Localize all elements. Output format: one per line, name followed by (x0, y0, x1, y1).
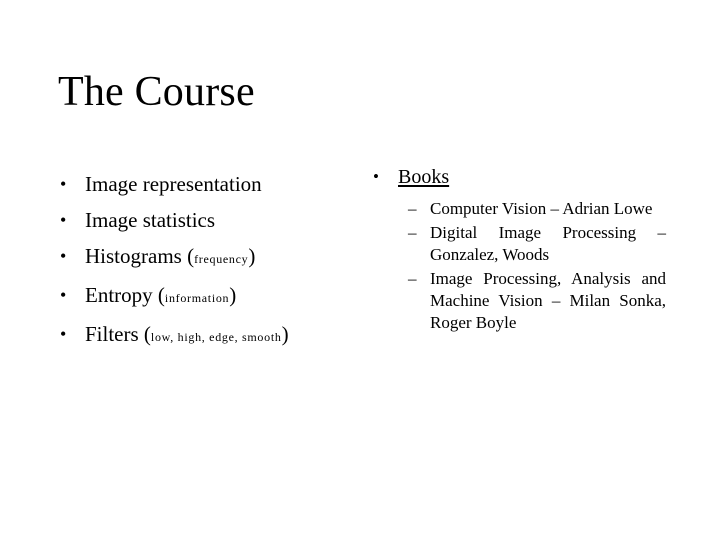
list-item-annotation: low, high, edge, smooth (150, 330, 282, 344)
bullet-icon: • (373, 167, 379, 186)
list-item: • Histograms (frequency) (52, 238, 352, 277)
bullet-icon: • (60, 174, 67, 194)
bullet-icon: • (60, 246, 67, 266)
list-item: • Filters (low, high, edge, smooth) (52, 316, 352, 355)
page-title: The Course (58, 69, 255, 115)
bullet-icon: • (60, 210, 67, 230)
annotation-open-paren: ( (138, 322, 151, 346)
list-item-annotation: information (164, 291, 230, 305)
dash-bullet-icon: – (408, 199, 417, 218)
list-item-label: Entropy (85, 283, 153, 307)
bullet-icon: • (60, 324, 67, 344)
book-title: Computer Vision – Adrian Lowe (430, 199, 653, 218)
book-list-item: – Image Processing, Analysis and Machine… (366, 268, 666, 334)
book-title: Image Processing, Analysis and Machine V… (430, 269, 666, 332)
annotation-close-paren: ) (229, 283, 237, 307)
list-item: • Image statistics (52, 202, 352, 238)
books-heading: Books (398, 166, 450, 188)
right-content-column: • Books – Computer Vision – Adrian Lowe … (366, 162, 666, 336)
slide-canvas: The Course • Image representation • Imag… (0, 0, 720, 540)
annotation-open-paren: ( (181, 244, 195, 268)
annotation-close-paren: ) (281, 322, 289, 346)
annotation-open-paren: ( (152, 283, 165, 307)
book-title: Digital Image Processing – Gonzalez, Woo… (430, 223, 666, 264)
bullet-icon: • (60, 285, 67, 305)
list-item: • Entropy (information) (52, 277, 352, 316)
list-item-books: • Books (366, 162, 666, 192)
list-item-label: Histograms (85, 244, 182, 268)
book-list-item: – Computer Vision – Adrian Lowe (366, 198, 666, 220)
list-item-label: Filters (85, 322, 139, 346)
left-content-column: • Image representation • Image statistic… (52, 166, 352, 355)
list-item: • Image representation (52, 166, 352, 202)
dash-bullet-icon: – (408, 269, 417, 288)
list-item-annotation: frequency (194, 252, 249, 266)
list-item-label: Image representation (85, 172, 262, 196)
books-list: – Computer Vision – Adrian Lowe – Digita… (366, 198, 666, 334)
list-item-label: Image statistics (85, 208, 216, 232)
dash-bullet-icon: – (408, 223, 417, 242)
annotation-close-paren: ) (248, 244, 256, 268)
book-list-item: – Digital Image Processing – Gonzalez, W… (366, 222, 666, 266)
